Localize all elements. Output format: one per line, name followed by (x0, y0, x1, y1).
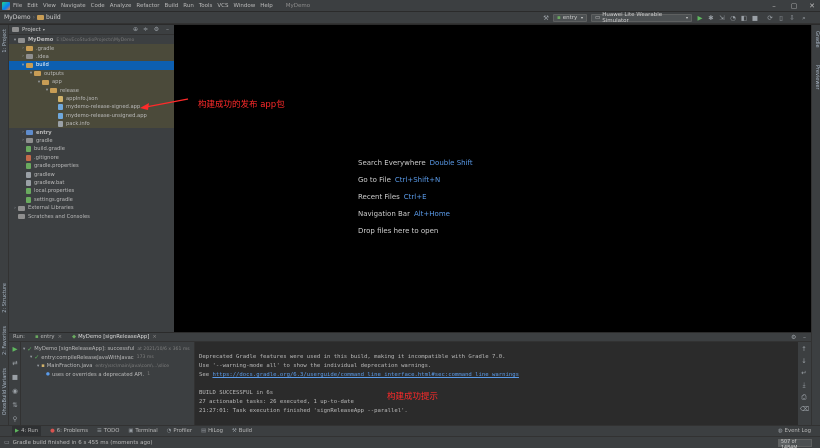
pin-icon[interactable]: ⚲ (11, 415, 19, 423)
console-side-toolbar: ↑ ↓ ↵ ⤓ ⎙ ⌫ (798, 342, 811, 433)
status-toggle-icon[interactable]: ▭ (4, 439, 10, 446)
build-tree-item[interactable]: ▾ ✓ entry:compileReleaseJavaWithJavac 173 m… (23, 354, 195, 362)
run-icon: ▶ (15, 428, 20, 434)
run-tree-panel: ▾ ✓ MyDemo [signReleaseApp]: successful at … (9, 342, 195, 433)
profiler-icon: ◔ (166, 428, 172, 434)
deprecation-docs-link[interactable]: https://docs.gradle.org/6.3/userguide/co… (212, 372, 518, 378)
chevron-down-icon[interactable]: ▾ (30, 355, 32, 360)
console-line: See https://docs.gradle.org/6.3/userguid… (199, 372, 519, 378)
hilog-icon: ▤ (201, 428, 207, 434)
scroll-end-icon[interactable]: ⤓ (800, 381, 808, 389)
tab-label: Build (238, 428, 253, 434)
hide-icon[interactable]: – (803, 334, 806, 341)
run-label-text: Run: (13, 334, 25, 340)
build-tree-detail: 173 ms (136, 355, 154, 360)
tab-todo[interactable]: ☰ TODO (97, 428, 119, 434)
tab-label: Terminal (135, 428, 158, 434)
build-tree-item[interactable]: ▾ ▪ MainFraction.java entry\src\main\java\c… (23, 362, 195, 370)
tab-entry[interactable]: ▪ entry × (35, 334, 62, 340)
tab-build[interactable]: ⚒ Build (232, 428, 252, 434)
build-tree-item[interactable]: ● uses or overrides a deprecated API. 1 (23, 371, 195, 379)
close-tab-icon[interactable]: × (152, 334, 156, 340)
close-tab-icon[interactable]: × (58, 334, 62, 340)
java-file-icon: ▪ (41, 363, 45, 369)
memory-label: 507 of 1484M (781, 440, 797, 448)
tab-label: TODO (103, 428, 120, 434)
tab-run[interactable]: ▶ 4: Run (12, 425, 42, 437)
console-line: BUILD SUCCESSFUL in 6s (199, 390, 274, 396)
info-icon: ● (46, 372, 50, 377)
tab-problems[interactable]: ● 6: Problems (50, 428, 88, 434)
stop-icon[interactable]: ■ (11, 373, 19, 381)
chevron-down-icon[interactable]: ▾ (23, 347, 25, 352)
build-icon: ⚒ (232, 428, 237, 434)
console-see-text: See (199, 372, 213, 378)
console-line: Use '--warning-mode all' to show the ind… (199, 363, 432, 369)
success-check-icon: ✓ (34, 354, 40, 361)
wrap-icon[interactable]: ↵ (800, 369, 808, 377)
tab-label: HiLog (208, 428, 223, 434)
bottom-tool-tabs: ▶ 4: Run ● 6: Problems ☰ TODO ▣ Terminal ◔ Profil… (0, 425, 820, 437)
module-icon: ▪ (34, 334, 39, 340)
build-tree-detail: at 2021/10/6 x 361 ms (137, 346, 190, 352)
status-bar: ▭ Gradle build finished in 6 s 455 ms (m… (0, 436, 820, 448)
memory-indicator[interactable]: 507 of 1484M (778, 439, 812, 448)
chevron-down-icon[interactable]: ▾ (37, 364, 39, 369)
success-check-icon: ✓ (27, 345, 33, 353)
status-message[interactable]: Gradle build finished in 6 s 455 ms (mom… (13, 440, 153, 446)
rerun-icon[interactable]: ▶ (11, 345, 19, 353)
toggle-view-icon[interactable]: ⇄ (11, 359, 19, 367)
console-line: 27 actionable tasks: 26 executed, 1 up-t… (199, 399, 354, 405)
event-log-icon: ◍ (778, 428, 783, 434)
annotation-arrow-signed-app (140, 98, 189, 110)
run-panel-header: Run: ▪ entry × ◆ MyDemo [signReleaseApp] × ⚙… (9, 332, 811, 342)
tab-label: 6: Problems (56, 428, 88, 434)
console-line: 21:27:01: Task execution finished 'signR… (199, 408, 408, 414)
build-tree-label: MainFraction.java (46, 363, 93, 369)
build-tree-item[interactable]: ▾ ✓ MyDemo [signReleaseApp]: successful at … (23, 345, 195, 353)
build-tree-detail: entry\src\main\java\com\...\slice (95, 363, 170, 369)
run-side-toolbar: ▶ ⇄ ■ ◉ ⇅ ⚲ (9, 342, 21, 433)
gradle-icon: ◆ (72, 334, 77, 340)
build-tree-label: MyDemo [signReleaseApp]: successful (34, 346, 135, 352)
tab-profiler[interactable]: ◔ Profiler (167, 428, 192, 434)
console-line: Deprecated Gradle features were used in … (199, 354, 506, 360)
event-log-label: Event Log (784, 428, 811, 434)
tab-hilog[interactable]: ▤ HiLog (201, 428, 223, 434)
build-tree-label: uses or overrides a deprecated API. (51, 371, 145, 378)
eye-icon[interactable]: ◉ (11, 387, 19, 395)
up-arrow-icon[interactable]: ↑ (800, 345, 808, 353)
tab-label: Profiler (173, 428, 193, 434)
build-tree-label: entry:compileReleaseJavaWithJavac (41, 354, 134, 361)
tab-mydemo-label: MyDemo [signReleaseApp] (78, 334, 150, 340)
build-tree-detail: 1 (147, 372, 151, 377)
event-log-button[interactable]: ◍ Event Log (778, 428, 811, 434)
bottom-tabs: ▶ 4: Run ● 6: Problems ☰ TODO ▣ Terminal ◔ Profil… (12, 425, 261, 437)
print-icon[interactable]: ⎙ (800, 393, 808, 401)
tab-terminal[interactable]: ▣ Terminal (128, 428, 157, 434)
down-arrow-icon[interactable]: ↓ (800, 357, 808, 365)
tab-entry-label: entry (40, 334, 55, 340)
terminal-icon: ▣ (128, 428, 134, 434)
tab-label: 4: Run (21, 428, 39, 434)
expand-all-icon[interactable]: ⇅ (11, 401, 19, 409)
todo-icon: ☰ (96, 428, 102, 434)
tab-mydemo-signreleaseapp[interactable]: ◆ MyDemo [signReleaseApp] × (72, 334, 157, 340)
run-label: Run: (13, 334, 25, 340)
gear-icon[interactable]: ⚙ (791, 334, 796, 341)
problems-icon: ● (50, 428, 55, 434)
annotation-build-ok: 构建成功提示 (387, 392, 439, 402)
trash-icon[interactable]: ⌫ (800, 405, 809, 413)
run-console[interactable]: Deprecated Gradle features were used in … (195, 342, 798, 433)
